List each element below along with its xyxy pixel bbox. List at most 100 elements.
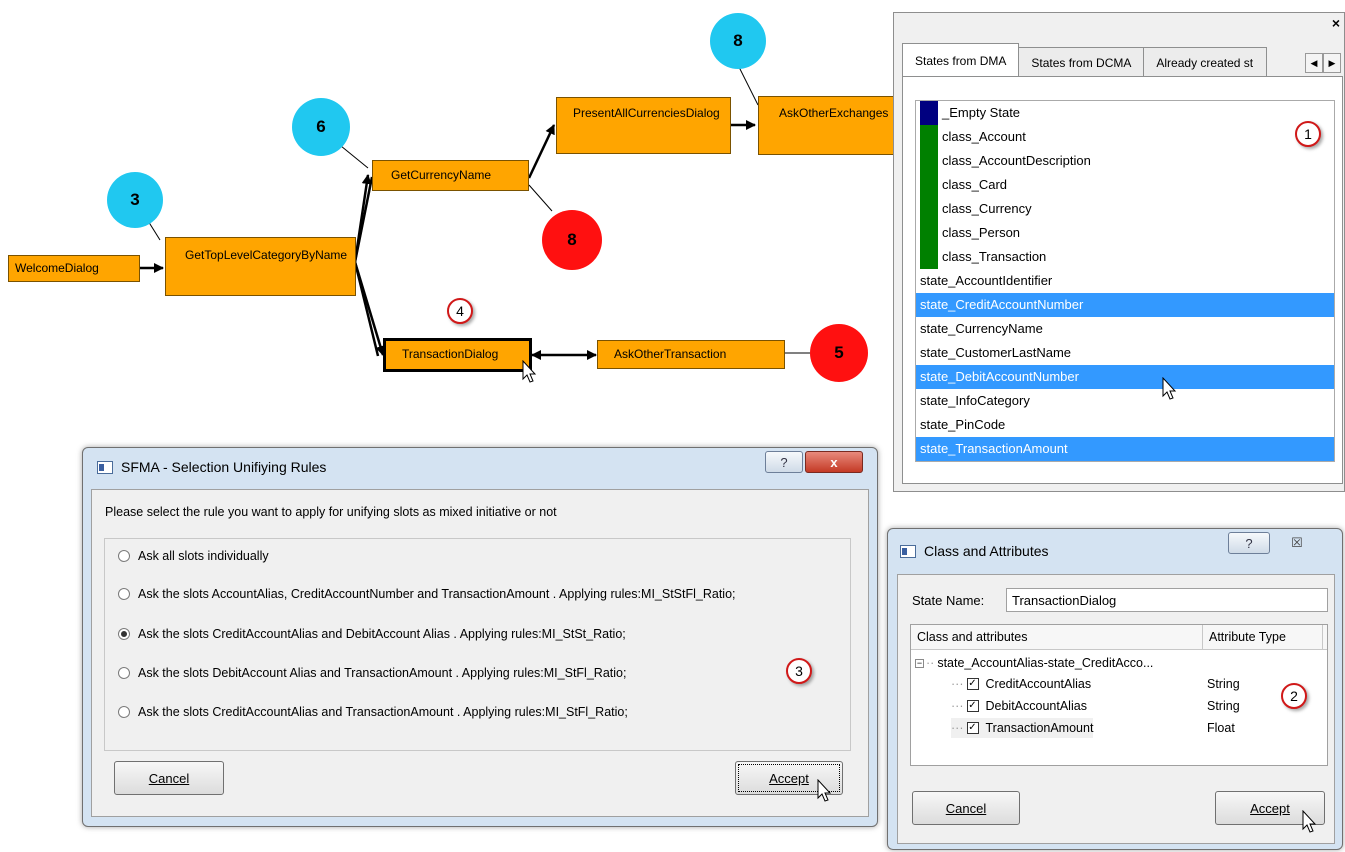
states-panel: × States from DMA States from DCMA Alrea… — [893, 12, 1345, 492]
cancel-button[interactable]: Cancel — [912, 791, 1020, 825]
radio-button[interactable] — [118, 588, 130, 600]
mouse-pointer-icon — [1162, 377, 1177, 400]
attribute-type: String — [1207, 677, 1240, 691]
close-button[interactable]: x — [805, 451, 863, 473]
bubble-blue-6: 6 — [292, 98, 350, 156]
states-tab-bar: States from DMA States from DCMA Already… — [902, 43, 1268, 77]
rule-option[interactable]: Ask the slots AccountAlias, CreditAccoun… — [118, 587, 736, 601]
tab-scroll-left-icon[interactable]: ◀ — [1305, 53, 1323, 73]
attribute-name: DebitAccountAlias — [985, 699, 1087, 713]
bubble-blue-3: 3 — [107, 172, 163, 228]
close-icon[interactable]: × — [1332, 15, 1340, 31]
window-icon — [97, 461, 113, 474]
radio-button[interactable] — [118, 628, 130, 640]
rule-option[interactable]: Ask all slots individually — [118, 549, 269, 563]
state-name-label: State Name: — [912, 593, 985, 608]
state-list-item[interactable]: state_CustomerLastName — [916, 341, 1334, 365]
attribute-checkbox[interactable]: ✓ — [966, 700, 979, 712]
state-list-item[interactable]: class_Account — [916, 125, 1334, 149]
column-class-and-attributes[interactable]: Class and attributes — [911, 625, 1203, 650]
color-swatch — [920, 245, 938, 269]
state-list-item-label: state_CreditAccountNumber — [920, 297, 1084, 312]
state-list-item-label: state_AccountIdentifier — [920, 273, 1053, 288]
bubble-red-5: 5 — [810, 324, 868, 382]
radio-button[interactable] — [118, 550, 130, 562]
node-welcome-dialog[interactable]: WelcomeDialog — [8, 255, 140, 282]
help-button[interactable]: ? — [765, 451, 803, 473]
state-list-item[interactable]: _Empty State — [916, 101, 1334, 125]
state-list-item-label: class_Card — [942, 177, 1008, 192]
tab-content: _Empty State class_Account class_AccountDe… — [902, 76, 1343, 484]
class-dialog-body: State Name: Class and attributes Attribu… — [897, 574, 1335, 844]
state-list-item[interactable]: state_TransactionAmount — [916, 437, 1334, 461]
radio-button[interactable] — [118, 667, 130, 679]
state-list-item[interactable]: state_InfoCategory — [916, 389, 1334, 413]
attributes-tree[interactable]: Class and attributes Attribute Type − ··… — [910, 624, 1328, 766]
attribute-row[interactable]: ··· ✓ TransactionAmount — [951, 718, 1094, 738]
tab-scroll-right-icon[interactable]: ▶ — [1323, 53, 1341, 73]
attribute-type: Float — [1207, 721, 1235, 735]
attribute-name: CreditAccountAlias — [985, 677, 1092, 691]
state-list-item[interactable]: state_CreditAccountNumber — [916, 293, 1334, 317]
state-list-item[interactable]: class_Card — [916, 173, 1334, 197]
state-list-item-label: state_TransactionAmount — [920, 441, 1068, 456]
rule-option-label: Ask the slots CreditAccountAlias and Deb… — [138, 627, 626, 641]
tab-states-from-dcma[interactable]: States from DCMA — [1018, 47, 1145, 77]
color-swatch — [920, 173, 938, 197]
rule-option-label: Ask the slots AccountAlias, CreditAccoun… — [138, 587, 736, 601]
state-list-item-label: class_AccountDescription — [942, 153, 1091, 168]
attribute-row[interactable]: ··· ✓ DebitAccountAlias — [951, 696, 1087, 716]
tree-connector: ··· — [951, 721, 964, 735]
node-ask-other-transaction[interactable]: AskOtherTransaction — [597, 340, 785, 369]
rules-dialog: SFMA - Selection Unifiying Rules ? x Ple… — [82, 447, 878, 827]
radio-button[interactable] — [118, 706, 130, 718]
color-swatch — [920, 149, 938, 173]
rule-option[interactable]: Ask the slots CreditAccountAlias and Deb… — [118, 627, 626, 641]
attribute-checkbox[interactable]: ✓ — [966, 678, 979, 690]
state-name-field[interactable] — [1006, 588, 1328, 612]
rule-option[interactable]: Ask the slots DebitAccount Alias and Tra… — [118, 666, 626, 680]
collapse-icon[interactable]: − — [915, 658, 924, 668]
state-list-item[interactable]: state_PinCode — [916, 413, 1334, 437]
state-list-item[interactable]: state_DebitAccountNumber — [916, 365, 1334, 389]
attribute-type: String — [1207, 699, 1240, 713]
help-button[interactable]: ? — [1228, 532, 1270, 554]
state-list-item[interactable]: state_CurrencyName — [916, 317, 1334, 341]
rule-option-label: Ask the slots CreditAccountAlias and Tra… — [138, 705, 628, 719]
state-list-item-label: class_Transaction — [942, 249, 1047, 264]
rule-option[interactable]: Ask the slots CreditAccountAlias and Tra… — [118, 705, 628, 719]
node-ask-other-exchanges[interactable]: AskOtherExchanges — [758, 96, 898, 155]
attributes-tree-header: Class and attributes Attribute Type — [911, 625, 1327, 650]
attribute-row[interactable]: ··· ✓ CreditAccountAlias — [951, 674, 1091, 694]
node-get-currency-name[interactable]: GetCurrencyName — [372, 160, 529, 191]
node-transaction-dialog[interactable]: TransactionDialog — [383, 338, 532, 372]
callout-badge-1: 1 — [1295, 121, 1321, 147]
mouse-pointer-icon — [522, 360, 537, 383]
state-list-item[interactable]: class_Currency — [916, 197, 1334, 221]
tab-already-created-states[interactable]: Already created st — [1143, 47, 1268, 77]
state-list-item-label: state_PinCode — [920, 417, 1006, 432]
node-present-all-currencies[interactable]: PresentAllCurrenciesDialog — [556, 97, 731, 154]
node-get-top-level-category[interactable]: GetTopLevelCategoryByName — [165, 237, 356, 296]
cancel-label: Cancel — [148, 770, 190, 786]
close-button[interactable]: ☒ — [1276, 532, 1318, 554]
state-list-item[interactable]: class_AccountDescription — [916, 149, 1334, 173]
tab-states-from-dma[interactable]: States from DMA — [902, 43, 1020, 77]
cancel-button[interactable]: Cancel — [114, 761, 224, 795]
accept-label: Accept — [769, 770, 809, 786]
column-attribute-type[interactable]: Attribute Type — [1203, 625, 1323, 650]
tree-root-node[interactable]: − ·· state_AccountAlias-state_CreditAcco… — [915, 653, 1153, 673]
callout-badge-4: 4 — [447, 298, 473, 324]
state-list-item[interactable]: class_Transaction — [916, 245, 1334, 269]
tree-connector: ··· — [951, 699, 964, 713]
state-list[interactable]: _Empty State class_Account class_AccountDe… — [915, 100, 1335, 462]
attribute-checkbox[interactable]: ✓ — [966, 722, 979, 734]
class-attributes-dialog: Class and Attributes ? ☒ State Name: Cla… — [887, 528, 1343, 850]
tree-root-label: state_AccountAlias-state_CreditAcco... — [937, 656, 1154, 670]
state-list-item[interactable]: state_AccountIdentifier — [916, 269, 1334, 293]
state-list-item[interactable]: class_Person — [916, 221, 1334, 245]
tab-scroll-buttons: ◀ ▶ — [1305, 53, 1341, 73]
rules-dialog-title: SFMA - Selection Unifiying Rules — [121, 459, 327, 475]
mouse-pointer-icon — [1302, 810, 1317, 833]
callout-badge-3: 3 — [786, 658, 812, 684]
